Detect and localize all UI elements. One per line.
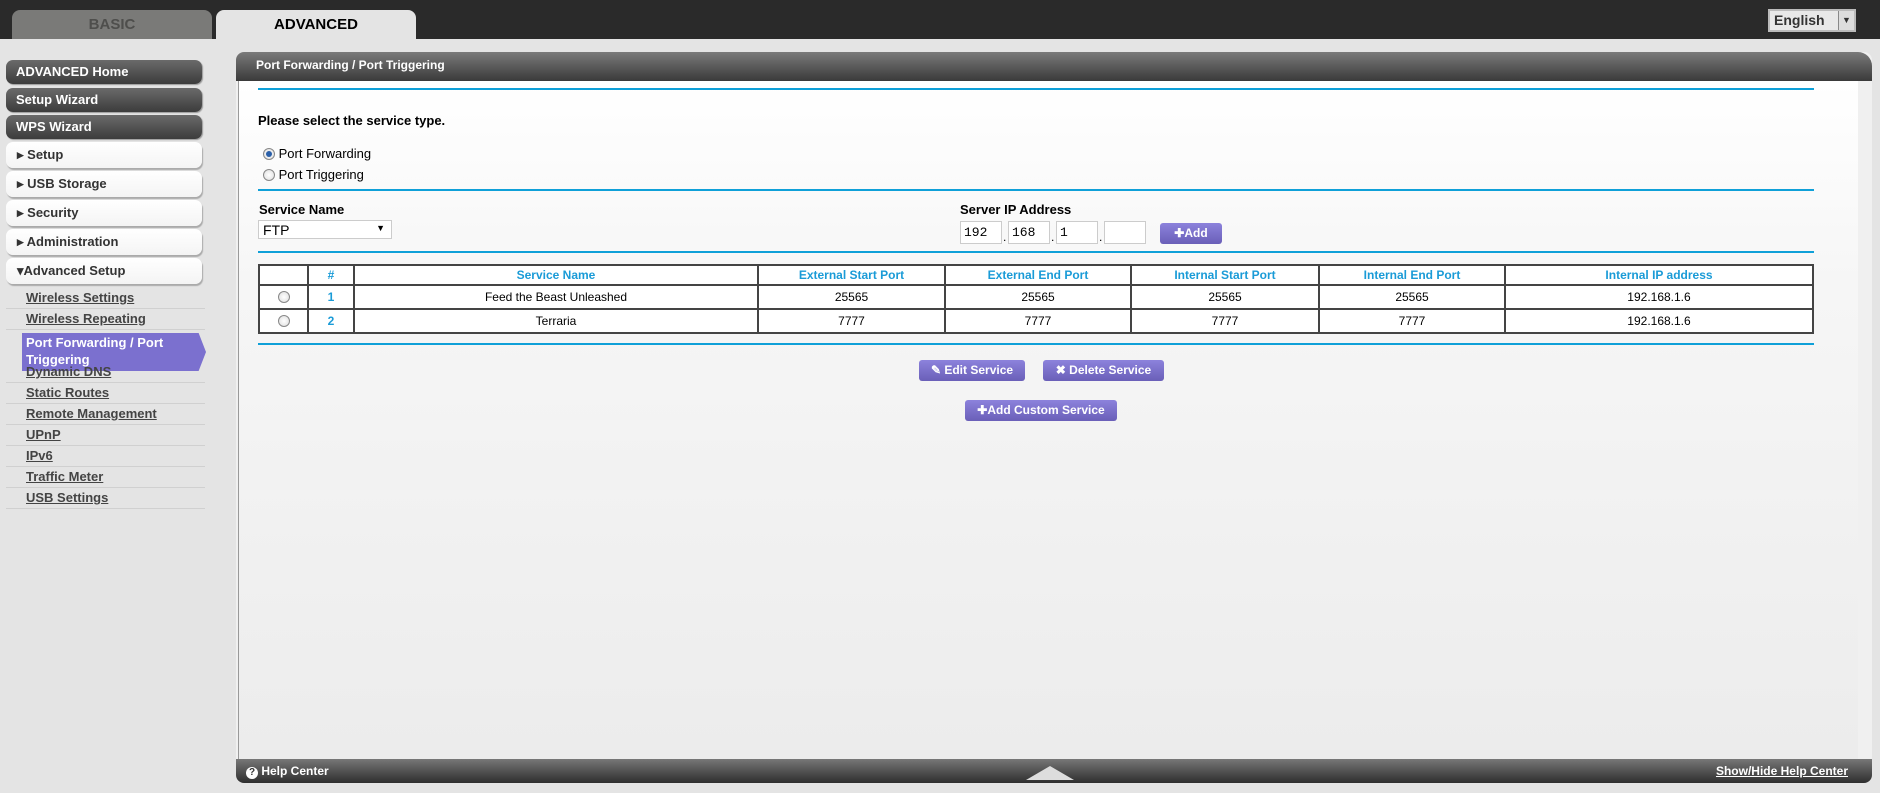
col-ext-end: External End Port	[944, 264, 1132, 286]
pencil-icon: ✎	[930, 363, 941, 377]
server-ip-label: Server IP Address	[960, 202, 1072, 217]
sidebar-item-dynamic-dns[interactable]: Dynamic DNS	[6, 362, 205, 383]
tab-basic[interactable]: BASIC	[12, 10, 212, 39]
edit-service-button[interactable]: ✎ Edit Service	[919, 360, 1025, 381]
row-ext-end: 25565	[944, 284, 1132, 310]
sidebar-section-usb-storage[interactable]: ▸ USB Storage	[6, 171, 202, 197]
chevron-down-icon: ▼	[1838, 11, 1854, 30]
row-ext-start: 7777	[757, 308, 946, 334]
page-title: Port Forwarding / Port Triggering	[236, 52, 1872, 81]
row-int-ip: 192.168.1.6	[1504, 284, 1814, 310]
table-row[interactable]: 1 Feed the Beast Unleashed 25565 25565 2…	[258, 284, 1814, 310]
row-number: 1	[307, 284, 355, 310]
ip-octet-2[interactable]	[1008, 221, 1050, 244]
divider	[258, 88, 1814, 90]
row-int-start: 7777	[1130, 308, 1320, 334]
radio-port-triggering[interactable]: Port Triggering	[263, 167, 364, 182]
question-icon: ?	[246, 767, 258, 779]
row-number: 2	[307, 308, 355, 334]
x-icon: ✖	[1055, 363, 1066, 377]
caret-right-icon: ▸	[17, 234, 24, 249]
col-select	[258, 264, 309, 286]
caret-right-icon: ▸	[17, 176, 24, 191]
triangle-up-icon[interactable]	[1026, 766, 1074, 780]
col-int-start: Internal Start Port	[1130, 264, 1320, 286]
row-int-start: 25565	[1130, 284, 1320, 310]
sidebar-section-administration[interactable]: ▸ Administration	[6, 229, 202, 255]
sidebar-item-wireless-repeating[interactable]: Wireless Repeating	[6, 309, 205, 330]
col-number: #	[307, 264, 355, 286]
sidebar-item-upnp[interactable]: UPnP	[6, 425, 205, 446]
sidebar-item-wireless-settings[interactable]: Wireless Settings	[6, 288, 205, 309]
col-int-end: Internal End Port	[1318, 264, 1506, 286]
service-name-label: Service Name	[259, 202, 345, 217]
sidebar-item-remote-management[interactable]: Remote Management	[6, 404, 205, 425]
sidebar-item-traffic-meter[interactable]: Traffic Meter	[6, 467, 205, 488]
tab-advanced[interactable]: ADVANCED	[216, 10, 416, 39]
row-int-end: 25565	[1318, 284, 1506, 310]
col-int-ip: Internal IP address	[1504, 264, 1814, 286]
add-button[interactable]: ✚Add	[1160, 223, 1222, 244]
divider	[258, 343, 1814, 345]
row-int-ip: 192.168.1.6	[1504, 308, 1814, 334]
ip-dot: .	[1051, 230, 1055, 244]
sidebar-item-usb-settings[interactable]: USB Settings	[6, 488, 205, 509]
sidebar-wps-wizard[interactable]: WPS Wizard	[6, 115, 202, 139]
row-ext-start: 25565	[757, 284, 946, 310]
col-service-name: Service Name	[353, 264, 759, 286]
delete-service-button[interactable]: ✖ Delete Service	[1043, 360, 1164, 381]
service-name-select[interactable]: FTP ▼	[258, 220, 392, 239]
services-table: # Service Name External Start Port Exter…	[258, 264, 1814, 334]
col-ext-start: External Start Port	[757, 264, 946, 286]
plus-icon: ✚	[977, 403, 988, 417]
ip-dot: .	[1003, 230, 1007, 244]
radio-icon[interactable]	[263, 169, 275, 181]
chevron-down-icon: ▼	[376, 223, 385, 233]
sidebar-advanced-home[interactable]: ADVANCED Home	[6, 60, 202, 84]
sidebar-setup-wizard[interactable]: Setup Wizard	[6, 88, 202, 112]
row-ext-end: 7777	[944, 308, 1132, 334]
radio-selected-icon[interactable]	[263, 148, 275, 160]
ip-octet-4[interactable]	[1104, 221, 1146, 244]
row-radio[interactable]	[277, 291, 290, 303]
sidebar-section-setup[interactable]: ▸ Setup	[6, 142, 202, 168]
plus-icon: ✚	[1174, 226, 1185, 240]
sidebar-item-ipv6[interactable]: IPv6	[6, 446, 205, 467]
table-header-row: # Service Name External Start Port Exter…	[258, 264, 1814, 286]
divider	[258, 189, 1814, 191]
language-value: English	[1774, 12, 1825, 28]
row-service-name: Terraria	[353, 308, 759, 334]
row-service-name: Feed the Beast Unleashed	[353, 284, 759, 310]
radio-port-forwarding[interactable]: Port Forwarding	[263, 146, 371, 161]
sidebar-item-static-routes[interactable]: Static Routes	[6, 383, 205, 404]
ip-octet-3[interactable]	[1056, 221, 1098, 244]
row-radio[interactable]	[277, 315, 290, 327]
language-select[interactable]: English ▼	[1768, 9, 1856, 32]
row-int-end: 7777	[1318, 308, 1506, 334]
show-hide-help-link[interactable]: Show/Hide Help Center	[1716, 759, 1848, 783]
caret-right-icon: ▸	[17, 147, 24, 162]
divider	[258, 251, 1814, 253]
caret-right-icon: ▸	[17, 205, 24, 220]
help-center-link[interactable]: ? Help Center	[246, 759, 329, 783]
sidebar-section-advanced-setup[interactable]: ▾Advanced Setup	[6, 258, 202, 284]
service-type-prompt: Please select the service type.	[258, 113, 446, 128]
ip-octet-1[interactable]	[960, 221, 1002, 244]
sidebar-section-security[interactable]: ▸ Security	[6, 200, 202, 226]
help-footer: ? Help Center Show/Hide Help Center	[236, 759, 1872, 783]
table-row[interactable]: 2 Terraria 7777 7777 7777 7777 192.168.1…	[258, 308, 1814, 334]
ip-dot: .	[1099, 230, 1103, 244]
add-custom-service-button[interactable]: ✚Add Custom Service	[965, 400, 1117, 421]
